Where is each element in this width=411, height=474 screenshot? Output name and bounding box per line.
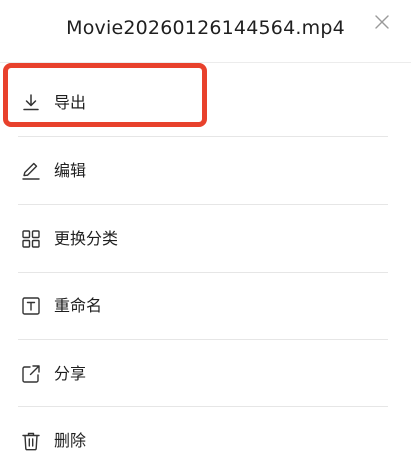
- file-title: Movie20260126144564.mp4: [66, 17, 345, 39]
- menu-item-label: 重命名: [54, 296, 103, 315]
- menu-item-export[interactable]: 导出: [0, 68, 411, 136]
- menu-item-label: 删除: [54, 431, 87, 450]
- sheet-header: Movie20260126144564.mp4: [0, 0, 411, 62]
- menu-divider: [18, 406, 388, 407]
- rename-icon: [20, 295, 42, 317]
- export-icon: [20, 92, 42, 114]
- menu-divider: [18, 204, 388, 205]
- header-divider: [0, 62, 411, 63]
- edit-icon: [20, 160, 42, 182]
- menu-item-edit[interactable]: 编辑: [0, 136, 411, 204]
- menu-item-share[interactable]: 分享: [0, 339, 411, 407]
- share-icon: [20, 363, 42, 385]
- close-icon: [370, 10, 394, 34]
- menu-item-label: 更换分类: [54, 229, 119, 248]
- menu-divider: [18, 272, 388, 273]
- menu-item-delete[interactable]: 删除: [0, 406, 411, 474]
- menu-item-change-category[interactable]: 更换分类: [0, 204, 411, 272]
- menu-item-label: 编辑: [54, 161, 87, 180]
- trash-icon: [20, 430, 42, 452]
- menu-item-label: 分享: [54, 364, 87, 383]
- close-button[interactable]: [370, 10, 394, 34]
- menu-divider: [18, 339, 388, 340]
- menu-item-label: 导出: [54, 93, 87, 112]
- action-sheet: Movie20260126144564.mp4 导出 编辑 更换分类 重命名 分…: [0, 0, 411, 460]
- grid-icon: [20, 228, 42, 250]
- menu-item-rename[interactable]: 重命名: [0, 272, 411, 340]
- menu-divider: [18, 136, 388, 137]
